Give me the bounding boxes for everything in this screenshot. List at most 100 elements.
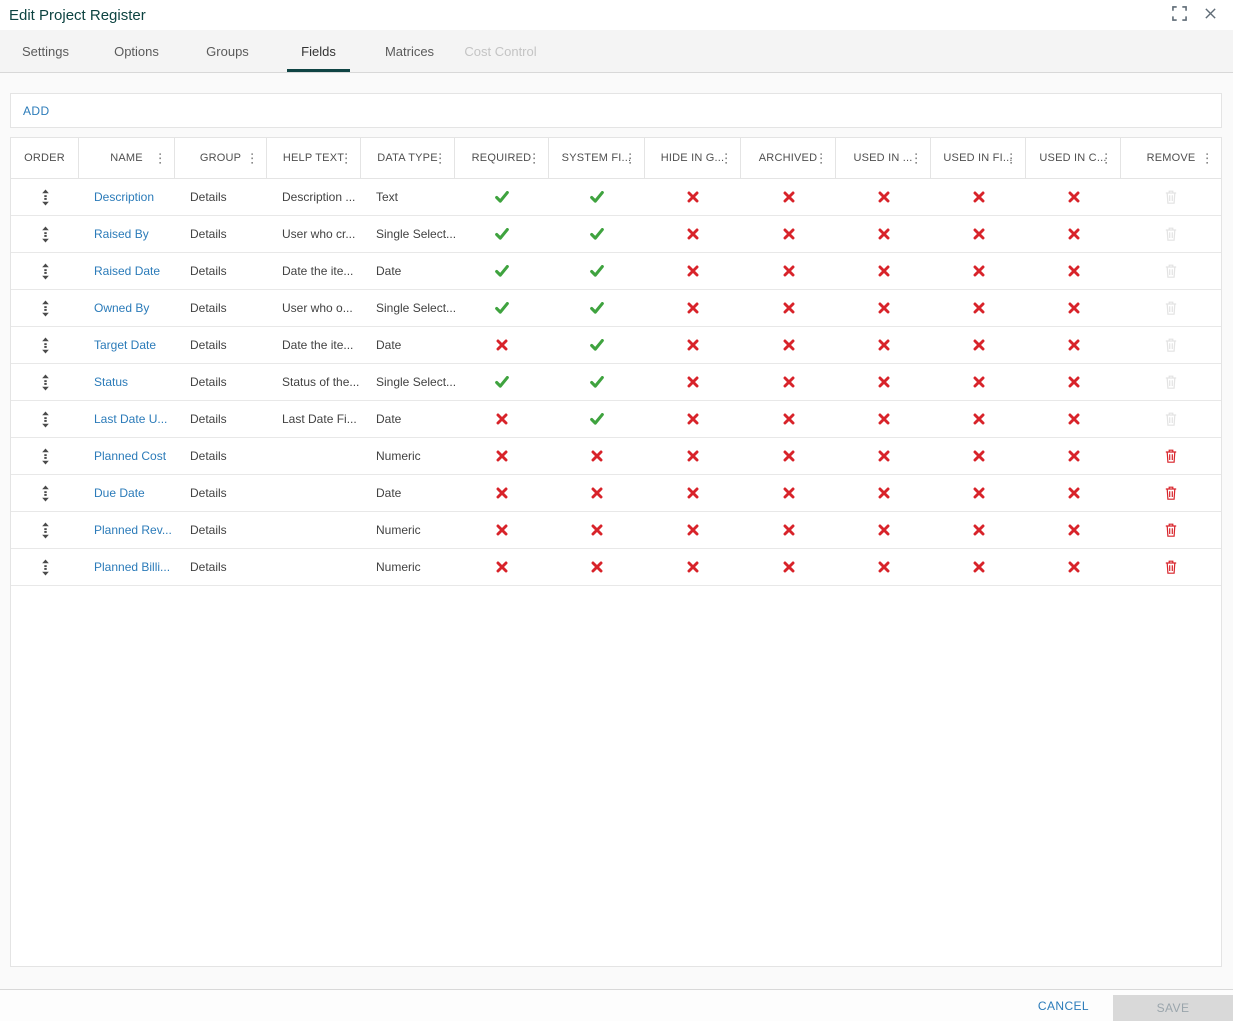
- field-row-status: Status Details Status of the... Single Sele…: [11, 364, 1221, 401]
- column-menu-icon[interactable]: ⋮: [242, 151, 263, 166]
- column-header-system-fi[interactable]: SYSTEM FI... ⋮: [549, 138, 645, 178]
- used-in-1-cell: [836, 549, 931, 585]
- column-header-archived[interactable]: ARCHIVED ⋮: [741, 138, 836, 178]
- column-menu-icon[interactable]: ⋮: [906, 151, 927, 166]
- remove-button[interactable]: [1162, 520, 1180, 540]
- trash-icon: [1165, 227, 1177, 241]
- drag-handle[interactable]: [37, 483, 54, 504]
- archived-cell: [741, 512, 836, 548]
- column-menu-icon[interactable]: ⋮: [1001, 151, 1022, 166]
- column-header-used-in[interactable]: USED IN ... ⋮: [836, 138, 931, 178]
- column-menu-icon[interactable]: ⋮: [716, 151, 737, 166]
- column-menu-icon[interactable]: ⋮: [1096, 151, 1117, 166]
- order-cell: [11, 438, 79, 474]
- tab-fields[interactable]: Fields: [273, 30, 364, 72]
- used-in-2-cell: [931, 364, 1026, 400]
- name-cell: Description: [79, 179, 175, 215]
- used-in-1-cell: [836, 216, 931, 252]
- column-menu-icon[interactable]: ⋮: [1197, 151, 1218, 166]
- order-cell: [11, 179, 79, 215]
- fields-tab-panel: ADD ORDER NAME ⋮ GROUP ⋮ HELP TEXT ⋮ DATA TYPE ⋮…: [0, 73, 1233, 989]
- column-header-used-in-fi[interactable]: USED IN FI... ⋮: [931, 138, 1026, 178]
- field-name-link[interactable]: Planned Rev...: [94, 523, 172, 537]
- system-field-cell: [549, 327, 645, 363]
- group-cell: Details: [190, 523, 227, 537]
- drag-handle[interactable]: [37, 372, 54, 393]
- group-cell: Details: [190, 227, 227, 241]
- trash-icon: [1165, 264, 1177, 278]
- tab-options[interactable]: Options: [91, 30, 182, 72]
- drag-handle[interactable]: [37, 557, 54, 578]
- drag-handle[interactable]: [37, 298, 54, 319]
- drag-handle[interactable]: [37, 409, 54, 430]
- name-cell: Raised By: [79, 216, 175, 252]
- column-header-used-in-c[interactable]: USED IN C... ⋮: [1026, 138, 1121, 178]
- column-menu-icon[interactable]: ⋮: [524, 151, 545, 166]
- save-button: SAVE: [1113, 995, 1233, 1021]
- remove-button: [1162, 298, 1180, 318]
- column-header-group[interactable]: GROUP ⋮: [175, 138, 267, 178]
- column-menu-icon[interactable]: ⋮: [150, 151, 171, 166]
- remove-button[interactable]: [1162, 557, 1180, 577]
- cross-icon: [878, 302, 890, 314]
- column-menu-icon[interactable]: ⋮: [336, 151, 357, 166]
- help-text-cell: Date the ite...: [282, 264, 354, 278]
- column-header-required[interactable]: REQUIRED ⋮: [455, 138, 549, 178]
- field-name-link[interactable]: Due Date: [94, 486, 145, 500]
- field-name-link[interactable]: Status: [94, 375, 128, 389]
- data-type-cell: Date: [376, 412, 402, 426]
- cross-icon: [1068, 487, 1080, 499]
- remove-button[interactable]: [1162, 483, 1180, 503]
- field-row-planned-cost: Planned Cost Details Numeric: [11, 438, 1221, 475]
- field-name-link[interactable]: Raised Date: [94, 264, 160, 278]
- column-header-remove[interactable]: REMOVE ⋮: [1121, 138, 1221, 178]
- field-name-link[interactable]: Target Date: [94, 338, 156, 352]
- column-header-label: USED IN ...: [853, 152, 913, 164]
- drag-handle[interactable]: [37, 224, 54, 245]
- tab-settings[interactable]: Settings: [0, 30, 91, 72]
- group-cell: Details: [190, 264, 227, 278]
- drag-handle[interactable]: [37, 520, 54, 541]
- field-name-link[interactable]: Owned By: [94, 301, 149, 315]
- field-name-link[interactable]: Planned Cost: [94, 449, 166, 463]
- hide-in-grid-cell: [645, 364, 741, 400]
- required-cell: [455, 290, 549, 326]
- help-text-cell: [267, 438, 361, 474]
- order-cell: [11, 253, 79, 289]
- close-button[interactable]: [1202, 5, 1219, 25]
- help-text-cell: User who o...: [282, 301, 353, 315]
- drag-handle[interactable]: [37, 261, 54, 282]
- cancel-button[interactable]: CANCEL: [1032, 998, 1095, 1014]
- drag-handle[interactable]: [37, 187, 54, 208]
- remove-button[interactable]: [1162, 446, 1180, 466]
- fullscreen-button[interactable]: [1170, 4, 1189, 26]
- column-menu-icon[interactable]: ⋮: [430, 151, 451, 166]
- tab-matrices[interactable]: Matrices: [364, 30, 455, 72]
- field-name-link[interactable]: Planned Billi...: [94, 560, 170, 574]
- column-menu-icon[interactable]: ⋮: [811, 151, 832, 166]
- order-cell: [11, 401, 79, 437]
- cross-icon: [496, 339, 508, 351]
- used-in-1-cell: [836, 364, 931, 400]
- column-header-order[interactable]: ORDER: [11, 138, 79, 178]
- field-name-link[interactable]: Last Date U...: [94, 412, 167, 426]
- grid-body: Description Details Description ... Text Rai…: [11, 179, 1221, 966]
- column-menu-icon[interactable]: ⋮: [620, 151, 641, 166]
- field-name-link[interactable]: Raised By: [94, 227, 149, 241]
- column-header-data-type[interactable]: DATA TYPE ⋮: [361, 138, 455, 178]
- order-cell: [11, 475, 79, 511]
- used-in-3-cell: [1026, 290, 1121, 326]
- check-icon: [495, 302, 509, 314]
- drag-handle[interactable]: [37, 446, 54, 467]
- add-button[interactable]: ADD: [13, 98, 60, 124]
- field-name-link[interactable]: Description: [94, 190, 154, 204]
- hide-in-grid-cell: [645, 475, 741, 511]
- tab-groups[interactable]: Groups: [182, 30, 273, 72]
- title-bar: Edit Project Register: [0, 0, 1233, 30]
- cross-icon: [878, 376, 890, 388]
- cross-icon: [687, 413, 699, 425]
- column-header-hide-in-g[interactable]: HIDE IN G... ⋮: [645, 138, 741, 178]
- column-header-help-text[interactable]: HELP TEXT ⋮: [267, 138, 361, 178]
- drag-handle[interactable]: [37, 335, 54, 356]
- column-header-name[interactable]: NAME ⋮: [79, 138, 175, 178]
